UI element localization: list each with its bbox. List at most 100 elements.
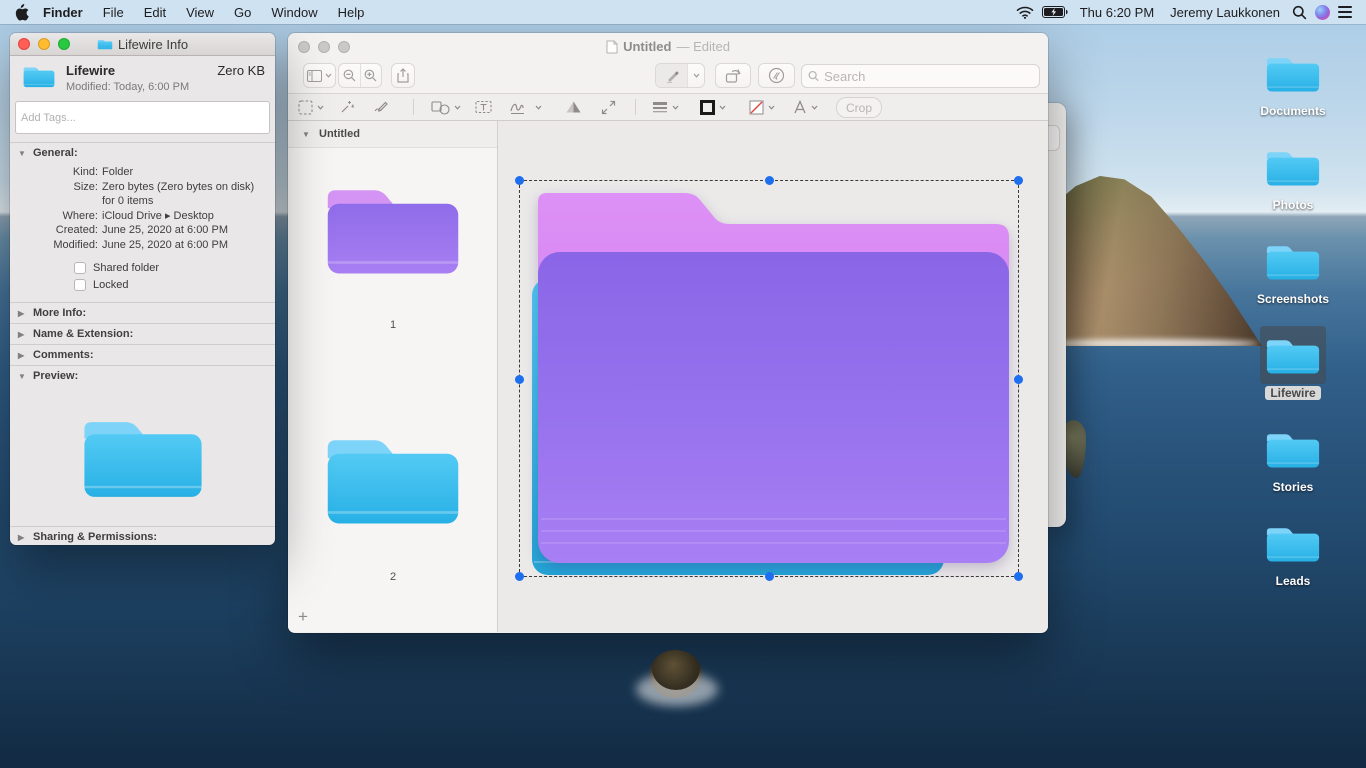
sidebar-icon — [307, 70, 322, 82]
resize-handle-n[interactable] — [765, 176, 774, 185]
desktop-icon-label: Leads — [1271, 574, 1316, 588]
shape-style-button[interactable] — [652, 94, 679, 120]
sketch-button[interactable] — [373, 94, 389, 120]
general-rows: Kind: Folder Size: Zero bytes (Zero byte… — [10, 163, 275, 302]
section-general[interactable]: ▼ General: — [10, 143, 275, 163]
zoom-in-button[interactable] — [361, 64, 382, 87]
apple-menu-icon[interactable] — [14, 4, 29, 21]
preview-toolbar — [288, 60, 1048, 93]
desktop-icon-photos[interactable]: Photos — [1254, 138, 1332, 232]
resize-handle-sw[interactable] — [515, 572, 524, 581]
highlight-dropdown[interactable] — [688, 64, 704, 87]
preview-canvas[interactable] — [498, 121, 1048, 632]
resize-handle-e[interactable] — [1014, 375, 1023, 384]
chevron-down-icon — [719, 105, 726, 110]
zoom-in-icon — [364, 69, 377, 82]
battery-charging-icon[interactable] — [1042, 6, 1068, 18]
text-style-button[interactable] — [793, 94, 818, 120]
desktop-icon-stories[interactable]: Stories — [1254, 420, 1332, 514]
locked-checkbox-row[interactable]: Locked — [74, 278, 267, 292]
section-label: General: — [33, 147, 78, 159]
share-button[interactable] — [391, 63, 415, 88]
desktop-icon-leads[interactable]: Leads — [1254, 514, 1332, 608]
tags-input[interactable] — [15, 101, 270, 134]
row-label: Modified: — [10, 238, 102, 253]
section-name-extension[interactable]: ▶ Name & Extension: — [10, 324, 275, 344]
wallpaper-island — [1040, 176, 1262, 346]
folder-icon — [22, 63, 56, 90]
sidebar-view-button[interactable] — [303, 63, 336, 88]
adjust-color-button[interactable] — [565, 94, 582, 120]
desktop-icon-documents[interactable]: Documents — [1254, 44, 1332, 138]
row-value: Folder — [102, 165, 267, 180]
checkbox-unchecked[interactable] — [74, 262, 86, 274]
selection-tool-button[interactable] — [298, 94, 324, 120]
resize-handle-w[interactable] — [515, 375, 524, 384]
checkbox-label: Shared folder — [93, 261, 159, 275]
wifi-icon[interactable] — [1016, 6, 1034, 19]
info-titlebar[interactable]: Lifewire Info — [10, 33, 275, 56]
add-page-button[interactable]: + — [298, 610, 308, 624]
search-field[interactable] — [801, 64, 1040, 88]
preview-titlebar[interactable]: Untitled — Edited — [288, 33, 1048, 60]
border-color-button[interactable] — [700, 94, 726, 120]
menu-user[interactable]: Jeremy Laukkonen — [1166, 5, 1284, 20]
menu-clock[interactable]: Thu 6:20 PM — [1076, 5, 1158, 20]
sidebar-section-header[interactable]: ▼ Untitled — [288, 121, 497, 148]
section-comments[interactable]: ▶ Comments: — [10, 345, 275, 365]
file-modified: Modified: Today, 6:00 PM — [66, 81, 265, 93]
desktop-icon-screenshots[interactable]: Screenshots — [1254, 232, 1332, 326]
crop-button[interactable]: Crop — [836, 97, 882, 118]
menu-window[interactable]: Window — [261, 5, 327, 20]
resize-handle-s[interactable] — [765, 572, 774, 581]
notification-center-icon[interactable] — [1338, 6, 1352, 18]
spotlight-search-icon[interactable] — [1292, 5, 1307, 20]
rotate-button[interactable] — [715, 63, 751, 88]
adjust-size-button[interactable] — [601, 94, 616, 120]
resize-handle-nw[interactable] — [515, 176, 524, 185]
disclosure-triangle-icon: ▶ — [18, 309, 27, 318]
preview-sidebar: ▼ Untitled 1 2 + — [288, 121, 498, 632]
menu-finder[interactable]: Finder — [33, 5, 93, 20]
menu-help[interactable]: Help — [328, 5, 375, 20]
page-thumbnail-1[interactable] — [321, 172, 465, 285]
folder-icon — [1264, 333, 1322, 378]
section-sharing-permissions[interactable]: ▶ Sharing & Permissions: — [10, 527, 275, 545]
fill-color-button[interactable] — [749, 94, 775, 120]
resize-handle-ne[interactable] — [1014, 176, 1023, 185]
checkbox-unchecked[interactable] — [74, 279, 86, 291]
disclosure-triangle-icon: ▼ — [18, 372, 27, 381]
chevron-down-icon — [768, 105, 775, 110]
shapes-button[interactable] — [431, 94, 461, 120]
text-tool-button[interactable] — [475, 94, 492, 120]
shared-folder-checkbox-row[interactable]: Shared folder — [74, 261, 267, 275]
sign-button[interactable] — [509, 94, 542, 120]
sidebar-document-name: Untitled — [319, 128, 360, 140]
info-window-title: Lifewire Info — [118, 37, 188, 52]
window-title-suffix: — Edited — [676, 39, 729, 54]
menu-edit[interactable]: Edit — [134, 5, 176, 20]
desktop-icon-label: Stories — [1268, 480, 1319, 494]
instant-alpha-button[interactable] — [339, 94, 355, 120]
get-info-window: Lifewire Info Lifewire Zero KB Modified:… — [10, 33, 275, 545]
page-thumbnail-2[interactable] — [321, 422, 465, 535]
section-more-info[interactable]: ▶ More Info: — [10, 303, 275, 323]
section-preview[interactable]: ▼ Preview: — [10, 366, 275, 386]
selection-marquee[interactable] — [519, 180, 1019, 577]
resize-handle-se[interactable] — [1014, 572, 1023, 581]
zoom-out-button[interactable] — [339, 64, 360, 87]
search-input[interactable] — [824, 69, 1033, 84]
highlight-button[interactable] — [656, 64, 687, 87]
section-label: More Info: — [33, 307, 86, 319]
menu-view[interactable]: View — [176, 5, 224, 20]
desktop-icon-lifewire[interactable]: Lifewire — [1254, 326, 1332, 420]
markup-toolbar-toggle-button[interactable] — [758, 63, 795, 88]
chevron-down-icon — [811, 105, 818, 110]
menu-file[interactable]: File — [93, 5, 134, 20]
desktop-icon-label: Screenshots — [1252, 292, 1334, 306]
magic-wand-icon — [339, 99, 355, 115]
siri-icon[interactable] — [1315, 5, 1330, 20]
menu-bar: Finder File Edit View Go Window Help — [0, 0, 1366, 24]
row-value: June 25, 2020 at 6:00 PM — [102, 223, 267, 238]
menu-go[interactable]: Go — [224, 5, 261, 20]
